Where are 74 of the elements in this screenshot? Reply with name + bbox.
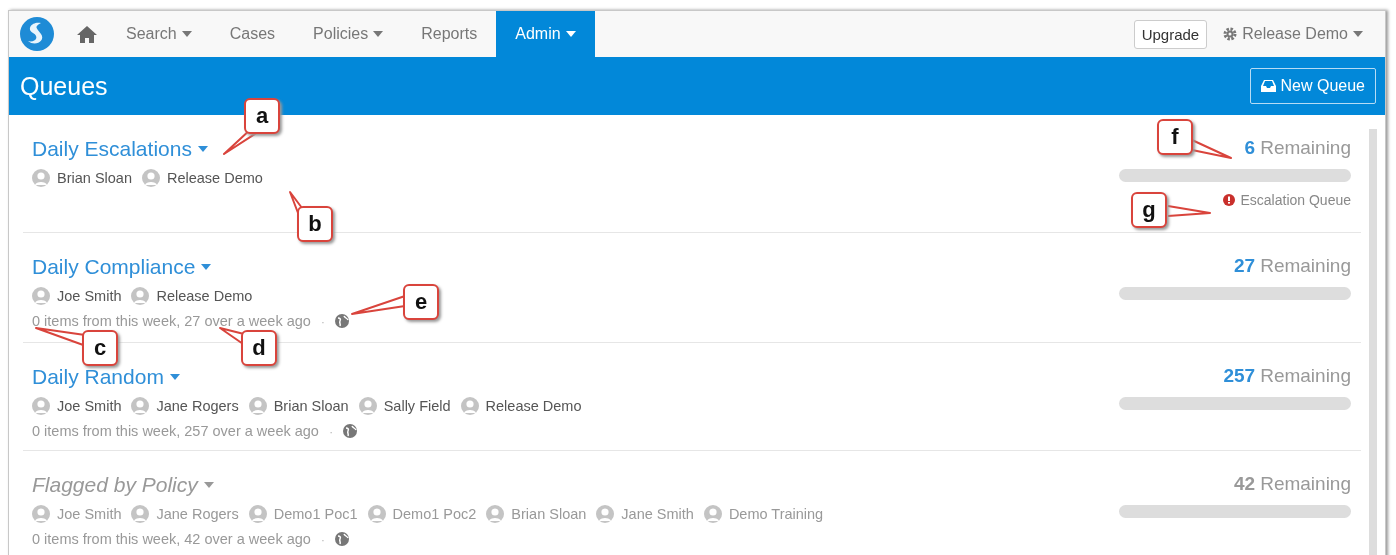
user-avatar-icon <box>141 169 160 187</box>
user-avatar-icon <box>358 397 377 415</box>
member-name: Release Demo <box>166 170 263 186</box>
alert-icon <box>1223 194 1236 206</box>
member-name: Jane Smith <box>621 506 694 522</box>
caret-icon <box>169 374 180 380</box>
user-avatar-icon <box>248 505 267 523</box>
remaining-count: 6 Remaining <box>1244 137 1351 159</box>
callout-label: f <box>1157 119 1193 155</box>
member-name: Joe Smith <box>57 398 122 414</box>
nav-menu-item[interactable]: Policies <box>294 11 403 57</box>
user-avatar-icon <box>131 397 150 415</box>
callout-label: d <box>241 330 277 366</box>
logo-icon[interactable] <box>19 16 55 52</box>
user-avatar-icon <box>596 505 615 523</box>
member-name: Brian Sloan <box>57 170 132 186</box>
user-menu[interactable]: Release Demo <box>1217 25 1369 43</box>
caret-icon <box>197 146 208 152</box>
leader-line <box>1191 139 1232 159</box>
queue-name-link[interactable]: Daily Escalations <box>32 137 208 161</box>
queue-name-link[interactable]: Daily Compliance <box>32 255 212 279</box>
member-name: Release Demo <box>156 288 253 304</box>
callout-label: c <box>82 330 118 366</box>
inbox-icon <box>1260 80 1276 92</box>
separator-dot: · <box>320 313 326 329</box>
queue-stats: 0 items from this week, 257 over a week ago <box>32 423 319 439</box>
separator-dot: · <box>320 531 326 547</box>
member-name: Joe Smith <box>57 288 122 304</box>
user-avatar-icon <box>32 505 50 523</box>
queue-stats: 0 items from this week, 27 over a week ago <box>32 313 311 329</box>
leader-line <box>351 295 406 315</box>
user-avatar-icon <box>486 505 505 523</box>
member-name: Demo1 Poc2 <box>392 506 477 522</box>
new-queue-button[interactable]: New Queue <box>1249 68 1376 104</box>
remaining-count: 257 Remaining <box>1223 365 1351 387</box>
queue-stats: 0 items from this week, 42 over a week ago <box>32 531 311 547</box>
nav-menu-item[interactable]: Reports <box>402 11 497 57</box>
gear-icon <box>1223 27 1238 41</box>
callout-label: g <box>1131 192 1167 228</box>
member-name: Sally Field <box>383 398 451 414</box>
user-avatar-icon <box>32 287 50 305</box>
member-name: Brian Sloan <box>511 506 587 522</box>
member-name: Demo Training <box>728 506 824 522</box>
user-avatar-icon <box>32 169 50 187</box>
nav-menu-item[interactable]: Cases <box>210 11 295 57</box>
user-avatar-icon <box>248 397 267 415</box>
user-avatar-icon <box>367 505 386 523</box>
caret-icon <box>201 264 212 270</box>
queue-name-link[interactable]: Daily Random <box>32 365 180 389</box>
member-name: Joe Smith <box>57 506 122 522</box>
nav-menu-item[interactable]: Admin <box>496 11 595 57</box>
user-avatar-icon <box>131 287 150 305</box>
callout-label: e <box>403 284 439 320</box>
member-name: Jane Rogers <box>156 398 239 414</box>
remaining-count: 27 Remaining <box>1234 255 1351 277</box>
member-name: Jane Rogers <box>156 506 239 522</box>
member-name: Release Demo <box>485 398 582 414</box>
user-avatar-icon <box>460 397 479 415</box>
member-name: Brian Sloan <box>273 398 349 414</box>
page-title: Queues <box>20 71 108 101</box>
upgrade-button[interactable]: Upgrade <box>1133 19 1208 49</box>
user-avatar-icon <box>32 397 50 415</box>
user-avatar-icon <box>131 505 150 523</box>
leader-line <box>1167 205 1211 217</box>
scrollbar-thumb[interactable] <box>1369 129 1377 555</box>
callout-label: a <box>244 98 280 134</box>
caret-icon <box>1353 31 1363 37</box>
queue-tag: Escalation Queue <box>1240 192 1351 208</box>
member-name: Demo1 Poc1 <box>273 506 358 522</box>
caret-icon <box>203 482 214 488</box>
nav-menu-item[interactable]: Search <box>107 11 211 57</box>
remaining-count: 42 Remaining <box>1234 473 1351 495</box>
separator-dot: · <box>328 423 334 439</box>
user-avatar-icon <box>703 505 722 523</box>
